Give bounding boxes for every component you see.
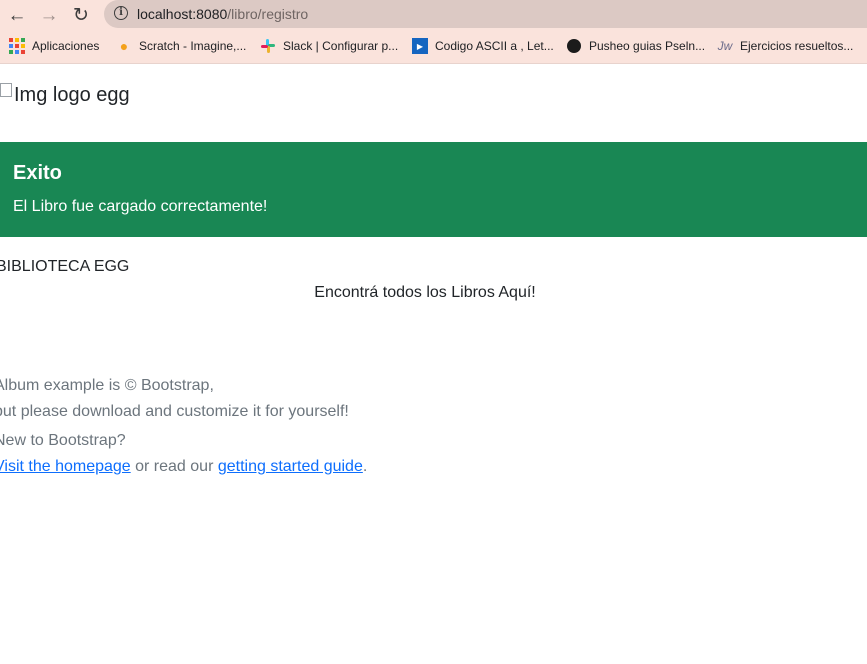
bookmark-label: Slack | Configurar p... xyxy=(283,39,399,53)
scratch-icon: ● xyxy=(119,38,129,54)
alert-title: Exito xyxy=(13,162,62,184)
footer-links: Visit the homepage or read our getting s… xyxy=(0,458,367,476)
url-host: localhost:8080 xyxy=(137,6,228,22)
bookmark-apps[interactable]: Aplicaciones xyxy=(9,38,99,54)
reload-icon[interactable]: ↻ xyxy=(69,3,93,27)
lead-text: Encontrá todos los Libros Aquí! xyxy=(314,284,536,301)
logo-image: Img logo egg xyxy=(0,82,130,107)
info-icon[interactable]: i xyxy=(114,6,128,20)
address-bar[interactable]: i localhost:8080/libro/registro xyxy=(104,0,867,28)
footer-copyright: Album example is © Bootstrap, xyxy=(0,377,214,394)
github-icon xyxy=(566,38,582,54)
bookmark-ejercicios[interactable]: Jw Ejercicios resueltos... xyxy=(717,38,854,54)
url-text[interactable]: localhost:8080/libro/registro xyxy=(137,6,308,22)
footer-question: New to Bootstrap? xyxy=(0,432,126,449)
ascii-icon: ▶ xyxy=(412,38,428,54)
success-alert xyxy=(0,142,867,237)
bookmark-slack[interactable]: Slack | Configurar p... xyxy=(260,38,398,54)
bookmarks-bar: Aplicaciones ● Scratch - Imagine,... Sla… xyxy=(0,30,867,64)
forward-arrow-icon[interactable]: → xyxy=(37,3,61,27)
bookmark-label: Ejercicios resueltos... xyxy=(740,39,854,53)
brand-name: BIBLIOTECA EGG xyxy=(0,258,130,275)
footer-note: but please download and customize it for… xyxy=(0,403,349,420)
footer-end-text: . xyxy=(362,458,368,475)
browser-toolbar: ← → ↻ i localhost:8080/libro/registro xyxy=(0,0,867,30)
slack-icon xyxy=(260,38,276,54)
bookmark-github[interactable]: Pusheo guias Pseln... xyxy=(566,38,705,54)
bookmark-label: Pusheo guias Pseln... xyxy=(589,39,706,53)
bookmark-label: Scratch - Imagine,... xyxy=(139,39,247,53)
url-path: /libro/registro xyxy=(227,6,309,22)
bookmark-scratch[interactable]: ● Scratch - Imagine,... xyxy=(116,38,247,54)
bookmark-label: Aplicaciones xyxy=(32,39,100,53)
logo-alt-text: Img logo egg xyxy=(14,84,130,106)
ejercicios-icon: Jw xyxy=(717,39,733,53)
bookmark-label: Codigo ASCII a , Let... xyxy=(435,39,554,53)
footer-middle-text: or read our xyxy=(130,458,218,475)
broken-image-icon xyxy=(0,82,12,97)
homepage-link[interactable]: Visit the homepage xyxy=(0,458,131,475)
bookmark-ascii[interactable]: ▶ Codigo ASCII a , Let... xyxy=(412,38,554,54)
alert-message: El Libro fue cargado correctamente! xyxy=(13,198,268,215)
getting-started-link[interactable]: getting started guide xyxy=(218,458,363,475)
apps-grid-icon xyxy=(9,38,25,54)
back-arrow-icon[interactable]: ← xyxy=(5,3,29,27)
